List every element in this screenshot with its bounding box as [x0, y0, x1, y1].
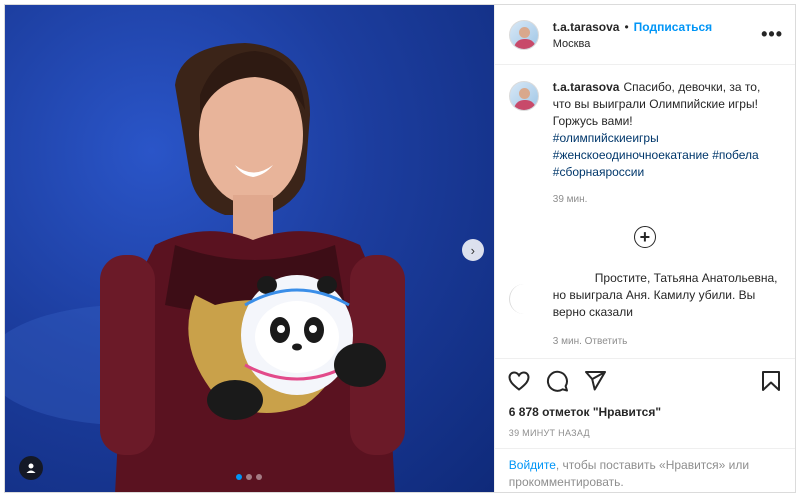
post-location[interactable]: Москва	[553, 38, 761, 50]
caption-avatar[interactable]	[508, 81, 539, 111]
hashtag-link[interactable]: #олимпийскиеигры	[553, 130, 781, 147]
user-tag-icon	[26, 463, 36, 473]
hashtag-link[interactable]: #женскоеодиночноекатание	[553, 148, 709, 162]
likes-count[interactable]: 6 878 отметок "Нравится"	[495, 402, 795, 422]
slide-dot-active	[236, 474, 243, 480]
paper-plane-icon[interactable]	[583, 369, 607, 393]
load-more-button[interactable]: +	[633, 226, 656, 248]
post-timestamp: 39 МИНУТ НАЗАД	[508, 428, 590, 438]
caption-time: 39 мин.	[552, 194, 588, 205]
post-dialog: › t.a.tarasova • Подписаться Москва ••• …	[4, 4, 796, 493]
login-prompt: Войдите, чтобы поставить «Нравится» или …	[494, 448, 795, 492]
slide-indicator	[236, 474, 263, 480]
slide-dot	[256, 474, 263, 480]
load-more-comments: +	[509, 226, 781, 248]
author-avatar[interactable]	[508, 19, 539, 50]
tagged-users-button[interactable]	[19, 456, 43, 480]
next-slide-button[interactable]: ›	[461, 239, 484, 261]
action-bar	[494, 358, 795, 402]
separator-dot: •	[624, 19, 629, 34]
comment-icon[interactable]	[545, 369, 569, 393]
post-sidebar: t.a.tarasova • Подписаться Москва ••• t.…	[493, 5, 795, 492]
author-username[interactable]: t.a.tarasova	[553, 20, 620, 34]
heart-icon[interactable]	[507, 369, 531, 393]
post-media[interactable]: ›	[5, 5, 494, 492]
caption-body: t.a.tarasova Спасибо, девочки, за то, что…	[553, 79, 781, 208]
login-link[interactable]: Войдите	[509, 458, 556, 472]
post-header: t.a.tarasova • Подписаться Москва •••	[494, 5, 795, 65]
commenter-avatar[interactable]	[508, 284, 539, 314]
more-options-icon[interactable]: •••	[761, 24, 783, 45]
comment-text: Простите, Татьяна Анатольевна, но выигра…	[552, 271, 778, 319]
comments-section: t.a.tarasova Спасибо, девочки, за то, что…	[495, 65, 795, 358]
post-caption: t.a.tarasova Спасибо, девочки, за то, что…	[508, 79, 781, 208]
comment-item: Простите, Татьяна Анатольевна, но выигра…	[508, 270, 781, 350]
slide-dot	[246, 474, 253, 480]
caption-username[interactable]: t.a.tarasova	[553, 80, 620, 94]
hashtag-link[interactable]: #сборнаяроссии	[553, 164, 781, 181]
chevron-right-icon: ›	[470, 242, 475, 258]
hashtag-link[interactable]: #побела	[712, 148, 759, 162]
photo-figure-skater	[5, 43, 405, 492]
bookmark-icon[interactable]	[759, 369, 783, 393]
comment-meta[interactable]: 3 мин. Ответить	[553, 333, 781, 350]
follow-button[interactable]: Подписаться	[634, 20, 712, 34]
author-info: t.a.tarasova • Подписаться Москва	[553, 20, 761, 50]
